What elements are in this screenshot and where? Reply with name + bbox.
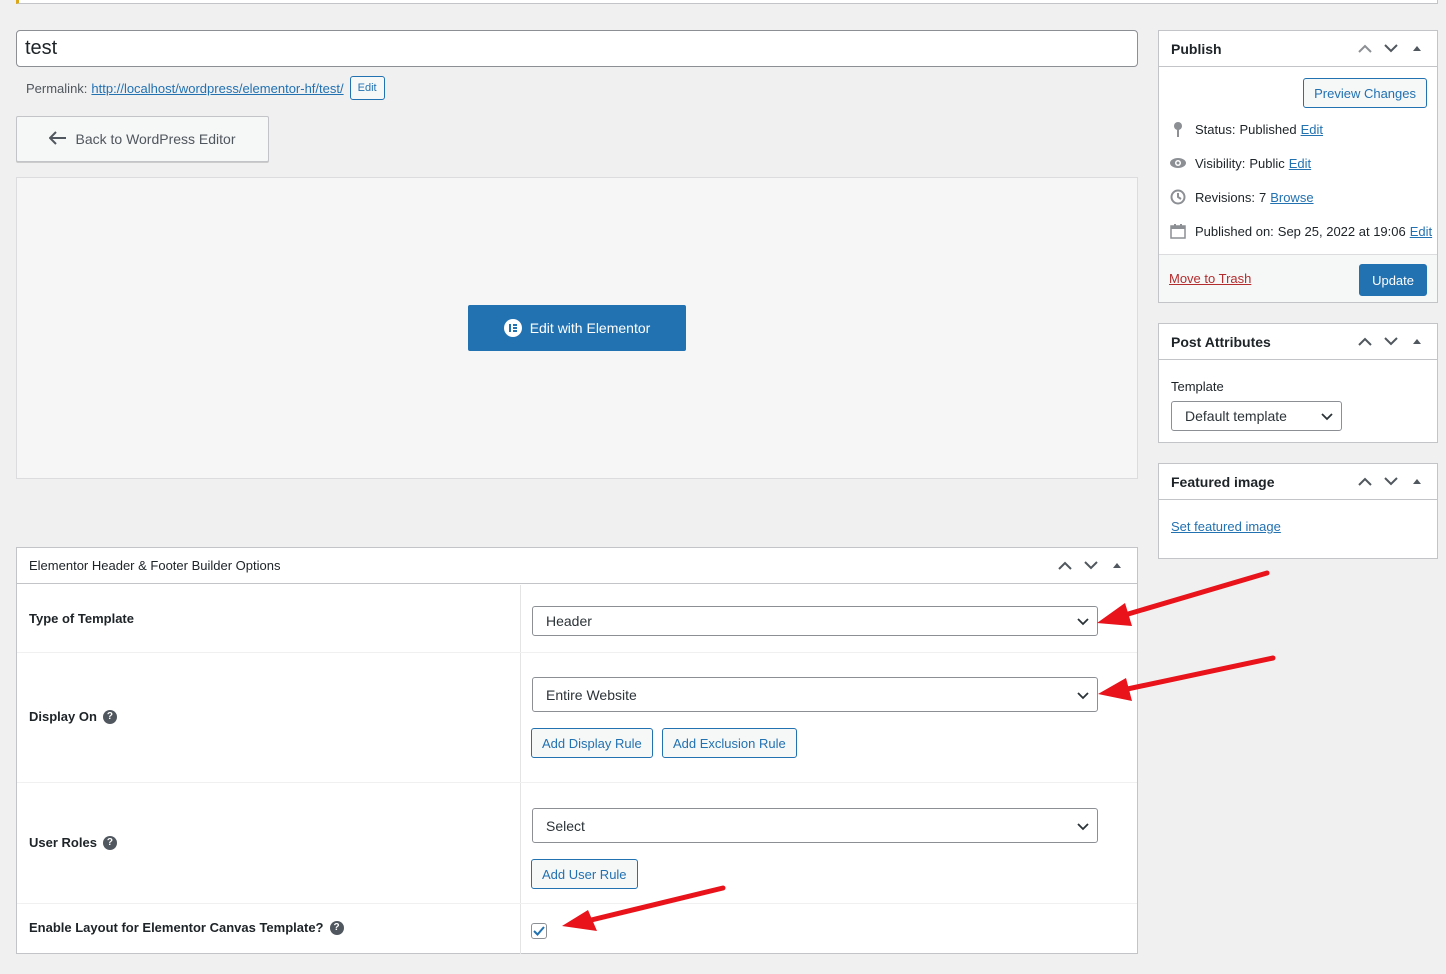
preview-changes-button[interactable]: Preview Changes	[1303, 78, 1427, 108]
set-featured-image-link[interactable]: Set featured image	[1171, 519, 1281, 534]
pin-icon	[1169, 120, 1187, 138]
eye-icon	[1169, 154, 1187, 172]
admin-notice-edge	[16, 0, 1438, 4]
options-header: Elementor Header & Footer Builder Option…	[17, 548, 1137, 584]
revisions-row: Revisions: 7 Browse	[1169, 188, 1314, 206]
publish-actions: Move to Trash Update	[1159, 254, 1437, 302]
status-value: Published	[1239, 121, 1297, 137]
add-exclusion-rule-button[interactable]: Add Exclusion Rule	[662, 728, 797, 758]
edit-with-elementor-label: Edit with Elementor	[529, 320, 651, 336]
edit-with-elementor-button[interactable]: Edit with Elementor	[468, 305, 686, 351]
chevron-down-icon	[1077, 613, 1089, 629]
type-of-template-value: Header	[546, 613, 592, 629]
featured-image-header: Featured image	[1159, 464, 1437, 500]
display-on-label-group: Display On ?	[29, 709, 117, 724]
status-label: Status:	[1195, 121, 1236, 137]
history-icon	[1169, 188, 1187, 206]
collapse-toggle-icon[interactable]	[1109, 558, 1125, 574]
published-on-label: Published on:	[1195, 223, 1274, 239]
display-on-label: Display On	[29, 709, 97, 724]
add-display-rule-button[interactable]: Add Display Rule	[531, 728, 653, 758]
featured-image-title: Featured image	[1171, 473, 1275, 490]
checkmark-icon	[533, 926, 545, 936]
featured-image-box: Featured image Set featured image	[1158, 463, 1438, 559]
template-select[interactable]: Default template	[1171, 401, 1342, 431]
back-button-label: Back to WordPress Editor	[75, 131, 236, 147]
visibility-edit-link[interactable]: Edit	[1289, 156, 1311, 171]
move-down-icon[interactable]	[1383, 41, 1399, 57]
publish-title: Publish	[1171, 40, 1222, 57]
chevron-down-icon	[1077, 818, 1089, 834]
permalink-link[interactable]: http://localhost/wordpress/elementor-hf/…	[91, 81, 343, 96]
type-of-template-row: Type of Template Header	[17, 585, 1137, 653]
published-on-value: Sep 25, 2022 at 19:06	[1277, 223, 1406, 239]
post-attributes-box: Post Attributes Template Default templat…	[1158, 323, 1438, 443]
status-row: Status: Published Edit	[1169, 120, 1323, 138]
help-icon[interactable]: ?	[329, 920, 344, 935]
published-on-edit-link[interactable]: Edit	[1410, 224, 1432, 239]
collapse-toggle-icon[interactable]	[1409, 474, 1425, 490]
move-up-icon[interactable]	[1357, 334, 1373, 350]
visibility-value: Public	[1249, 155, 1285, 171]
revisions-browse-link[interactable]: Browse	[1270, 190, 1313, 205]
post-attributes-header: Post Attributes	[1159, 324, 1437, 360]
move-down-icon[interactable]	[1083, 558, 1099, 574]
template-select-value: Default template	[1185, 408, 1287, 424]
canvas-layout-checkbox[interactable]	[531, 923, 547, 939]
arrow-left-icon	[49, 130, 67, 148]
type-of-template-label: Type of Template	[29, 611, 134, 626]
user-roles-row: User Roles ? Select Add User Rule	[17, 783, 1137, 904]
display-on-row: Display On ? Entire Website Add Display …	[17, 653, 1137, 783]
publish-box-header: Publish	[1159, 31, 1437, 67]
type-of-template-select[interactable]: Header	[532, 606, 1098, 636]
published-on-row: Published on: Sep 25, 2022 at 19:06 Edit	[1169, 222, 1432, 240]
user-roles-value: Select	[546, 817, 585, 834]
collapse-toggle-icon[interactable]	[1409, 41, 1425, 57]
post-title-input[interactable]	[16, 30, 1138, 67]
display-on-value: Entire Website	[546, 686, 637, 703]
user-roles-label: User Roles	[29, 835, 97, 850]
help-icon[interactable]: ?	[102, 835, 117, 850]
move-up-icon[interactable]	[1357, 41, 1373, 57]
status-edit-link[interactable]: Edit	[1301, 122, 1323, 137]
collapse-toggle-icon[interactable]	[1409, 334, 1425, 350]
canvas-layout-label: Enable Layout for Elementor Canvas Templ…	[29, 920, 324, 935]
move-up-icon[interactable]	[1057, 558, 1073, 574]
move-down-icon[interactable]	[1383, 474, 1399, 490]
canvas-layout-label-group: Enable Layout for Elementor Canvas Templ…	[29, 920, 344, 935]
template-label: Template	[1171, 379, 1224, 394]
user-roles-select[interactable]: Select	[532, 808, 1098, 843]
move-up-icon[interactable]	[1357, 474, 1373, 490]
move-to-trash-link[interactable]: Move to Trash	[1169, 271, 1251, 286]
display-on-select[interactable]: Entire Website	[532, 677, 1098, 712]
permalink-edit-button[interactable]: Edit	[349, 76, 385, 100]
chevron-down-icon	[1077, 687, 1089, 703]
post-attributes-title: Post Attributes	[1171, 333, 1271, 350]
permalink-bar: Permalink: http://localhost/wordpress/el…	[26, 76, 385, 100]
update-button[interactable]: Update	[1359, 264, 1427, 296]
help-icon[interactable]: ?	[102, 709, 117, 724]
permalink-label: Permalink:	[26, 80, 88, 96]
options-title: Elementor Header & Footer Builder Option…	[29, 558, 281, 573]
user-roles-label-group: User Roles ?	[29, 835, 117, 850]
header-footer-options-box: Elementor Header & Footer Builder Option…	[16, 547, 1138, 954]
visibility-row: Visibility: Public Edit	[1169, 154, 1311, 172]
calendar-icon	[1169, 222, 1187, 240]
revisions-label: Revisions:	[1195, 189, 1255, 205]
chevron-down-icon	[1321, 408, 1333, 424]
add-user-rule-button[interactable]: Add User Rule	[531, 859, 638, 889]
elementor-logo-icon	[503, 319, 522, 337]
visibility-label: Visibility:	[1195, 155, 1246, 171]
move-down-icon[interactable]	[1383, 334, 1399, 350]
canvas-layout-row: Enable Layout for Elementor Canvas Templ…	[17, 904, 1137, 954]
publish-box: Publish Preview Changes Status: Publishe…	[1158, 30, 1438, 303]
revisions-value: 7	[1258, 189, 1267, 205]
back-to-wordpress-editor-button[interactable]: Back to WordPress Editor	[16, 116, 269, 162]
